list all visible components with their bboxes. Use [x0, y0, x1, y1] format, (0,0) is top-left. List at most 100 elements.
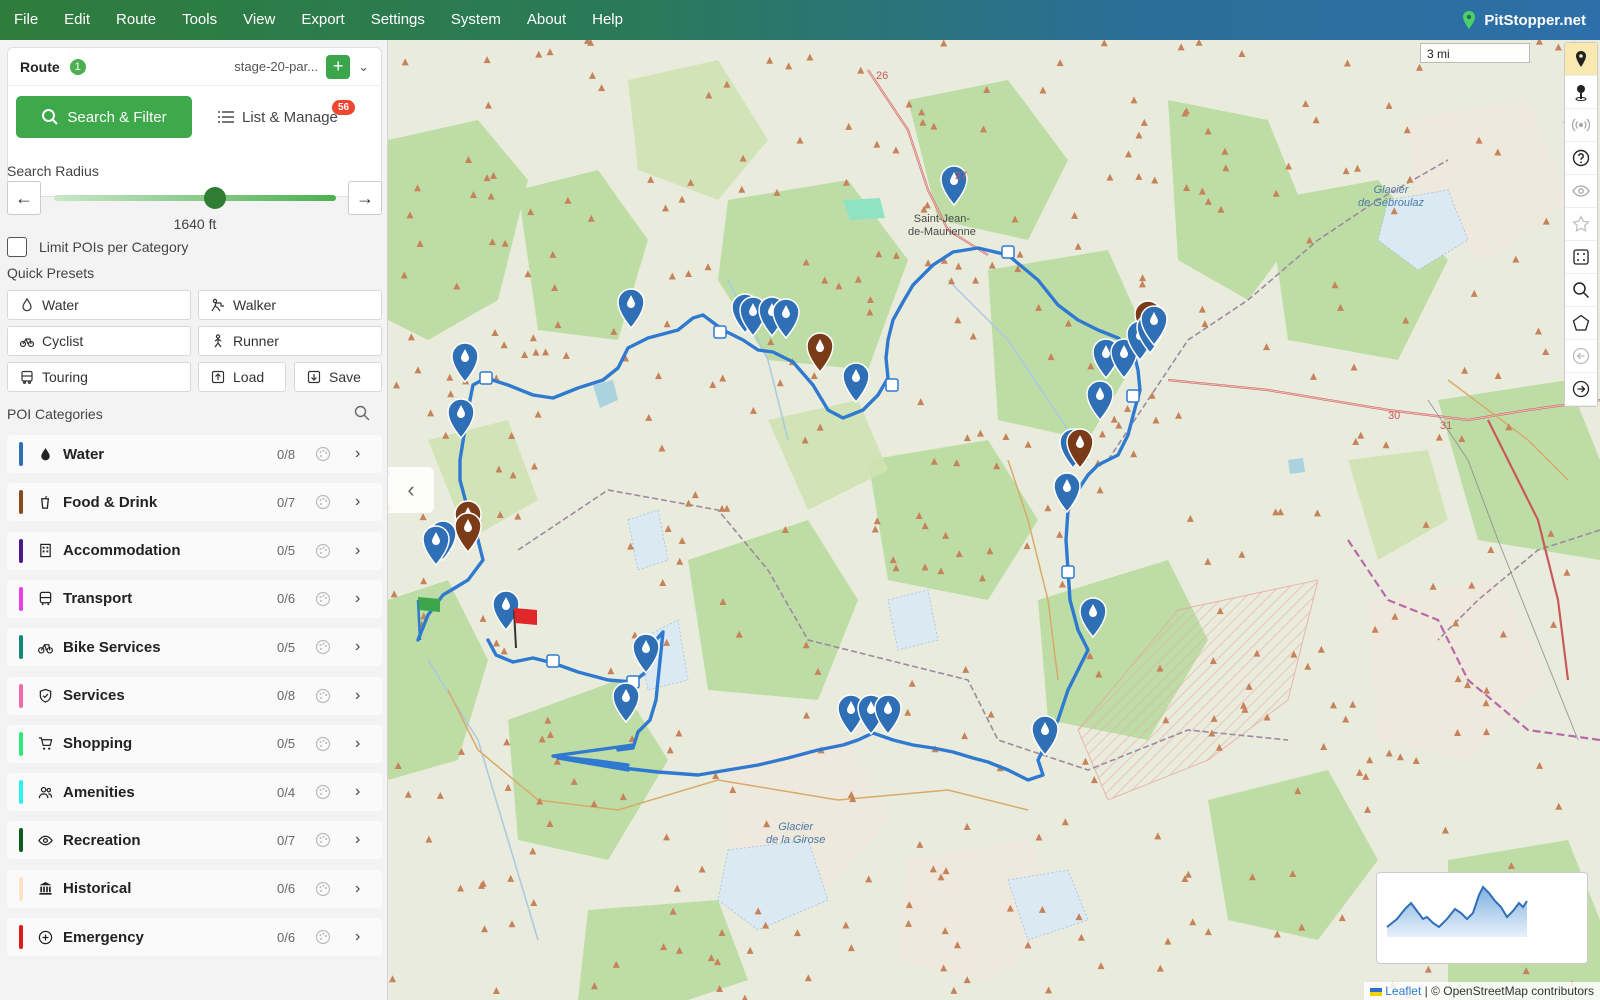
chevron-right-icon[interactable]: › — [355, 638, 360, 656]
palette-icon[interactable] — [315, 736, 331, 752]
palette-icon[interactable] — [315, 929, 331, 945]
search-radius-label: Search Radius — [7, 163, 99, 179]
palette-icon[interactable] — [315, 639, 331, 655]
chevron-right-icon[interactable]: › — [355, 928, 360, 946]
chevron-right-icon[interactable]: › — [355, 687, 360, 705]
category-row-shopping[interactable]: Shopping 0/5 › — [7, 724, 382, 763]
chevron-right-icon[interactable]: › — [355, 735, 360, 753]
collapse-sidebar-button[interactable]: ‹ — [388, 467, 434, 513]
poi-pin-tool[interactable] — [1565, 43, 1597, 76]
category-count: 0/6 — [277, 881, 296, 897]
chevron-right-icon[interactable]: › — [355, 445, 360, 463]
help-tool[interactable] — [1565, 142, 1597, 175]
preset-load-button[interactable]: Load — [198, 362, 286, 392]
category-row-accommodation[interactable]: Accommodation 0/5 › — [7, 531, 382, 570]
tab-search-filter[interactable]: Search & Filter — [16, 96, 192, 138]
leaflet-link[interactable]: Leaflet — [1385, 984, 1421, 998]
chevron-right-icon[interactable]: › — [355, 493, 360, 511]
chevron-right-icon[interactable]: › — [355, 783, 360, 801]
category-row-emergency[interactable]: Emergency 0/6 › — [7, 918, 382, 956]
palette-icon[interactable] — [315, 881, 331, 897]
palette-icon[interactable] — [315, 832, 331, 848]
category-row-bike-services[interactable]: Bike Services 0/5 › — [7, 628, 382, 667]
palette-icon[interactable] — [315, 688, 331, 704]
preset-runner-label: Runner — [233, 333, 279, 349]
chevron-down-icon[interactable]: ⌄ — [358, 59, 369, 75]
forward-tool[interactable] — [1565, 373, 1597, 406]
map-pin-icon — [1576, 51, 1586, 67]
palette-icon[interactable] — [315, 543, 331, 559]
back-tool[interactable] — [1565, 340, 1597, 373]
chevron-right-icon[interactable]: › — [355, 880, 360, 898]
menu-system[interactable]: System — [438, 0, 514, 40]
menu-about[interactable]: About — [514, 0, 579, 40]
preset-touring-label: Touring — [42, 369, 88, 385]
category-color-bar — [19, 490, 23, 515]
menu-tools[interactable]: Tools — [169, 0, 230, 40]
preset-cyclist[interactable]: Cyclist — [7, 326, 191, 356]
menu-settings[interactable]: Settings — [358, 0, 438, 40]
add-route-button[interactable]: + — [326, 54, 351, 79]
arrow-left-circle-icon — [1572, 347, 1590, 365]
category-count: 0/5 — [277, 543, 296, 559]
search-tool[interactable] — [1565, 274, 1597, 307]
limit-pois-checkbox[interactable] — [7, 237, 27, 257]
category-row-transport[interactable]: Transport 0/6 › — [7, 579, 382, 618]
chevron-right-icon[interactable]: › — [355, 590, 360, 608]
map-view[interactable]: Saint-Jean- de-Maurienne Glacier de Gébr… — [388, 40, 1600, 1000]
category-row-food-drink[interactable]: Food & Drink 0/7 › — [7, 483, 382, 522]
pentagon-icon — [1572, 314, 1590, 331]
menu-view[interactable]: View — [230, 0, 288, 40]
broadcast-icon — [1572, 118, 1590, 132]
palette-icon[interactable] — [315, 784, 331, 800]
preset-water[interactable]: Water — [7, 290, 191, 320]
category-row-water[interactable]: Water 0/8 › — [7, 435, 382, 473]
brand[interactable]: PitStopper.net — [1462, 0, 1586, 40]
category-count: 0/5 — [277, 736, 296, 752]
search-icon[interactable] — [354, 405, 370, 421]
category-name: Shopping — [63, 735, 133, 753]
radius-slider[interactable] — [54, 195, 336, 201]
fit-bounds-tool[interactable] — [1565, 241, 1597, 274]
location-tool[interactable] — [1565, 76, 1597, 109]
radius-decrease-button[interactable]: ← — [7, 181, 41, 215]
menu-edit[interactable]: Edit — [51, 0, 103, 40]
menu-file[interactable]: File — [0, 0, 51, 40]
menu-help[interactable]: Help — [579, 0, 636, 40]
preset-walker[interactable]: Walker — [198, 290, 382, 320]
limit-pois-label: Limit POIs per Category — [39, 239, 189, 255]
radius-slider-thumb[interactable] — [203, 187, 226, 209]
preset-touring[interactable]: Touring — [7, 362, 191, 392]
category-row-recreation[interactable]: Recreation 0/7 › — [7, 821, 382, 860]
list-icon — [218, 111, 234, 123]
menu-export[interactable]: Export — [288, 0, 357, 40]
visibility-tool[interactable] — [1565, 175, 1597, 208]
preset-runner[interactable]: Runner — [198, 326, 382, 356]
elevation-profile[interactable] — [1376, 872, 1588, 964]
chevron-right-icon[interactable]: › — [355, 831, 360, 849]
direction-marker — [1126, 389, 1140, 403]
route-name[interactable]: stage-20-par... — [234, 59, 318, 74]
preset-walker-label: Walker — [233, 297, 277, 313]
chevron-right-icon[interactable]: › — [355, 542, 360, 560]
preset-save-button[interactable]: Save — [294, 362, 382, 392]
palette-icon[interactable] — [315, 446, 331, 462]
tab-search-label: Search & Filter — [67, 108, 167, 126]
category-name: Accommodation — [63, 542, 181, 560]
shield-icon — [37, 688, 53, 704]
category-row-historical[interactable]: Historical 0/6 › — [7, 869, 382, 908]
broadcast-tool[interactable] — [1565, 109, 1597, 142]
road-label-26: 26 — [876, 70, 889, 82]
radius-increase-button[interactable]: → — [348, 181, 382, 215]
palette-icon[interactable] — [315, 494, 331, 510]
category-color-bar — [19, 442, 23, 466]
palette-icon[interactable] — [315, 591, 331, 607]
category-color-bar — [19, 876, 23, 901]
category-row-amenities[interactable]: Amenities 0/4 › — [7, 773, 382, 812]
category-row-services[interactable]: Services 0/8 › — [7, 676, 382, 715]
menu-route[interactable]: Route — [103, 0, 169, 40]
plus-circle-icon — [37, 929, 53, 945]
favorite-tool[interactable] — [1565, 208, 1597, 241]
location-marker-icon — [1575, 85, 1587, 101]
polygon-tool[interactable] — [1565, 307, 1597, 340]
